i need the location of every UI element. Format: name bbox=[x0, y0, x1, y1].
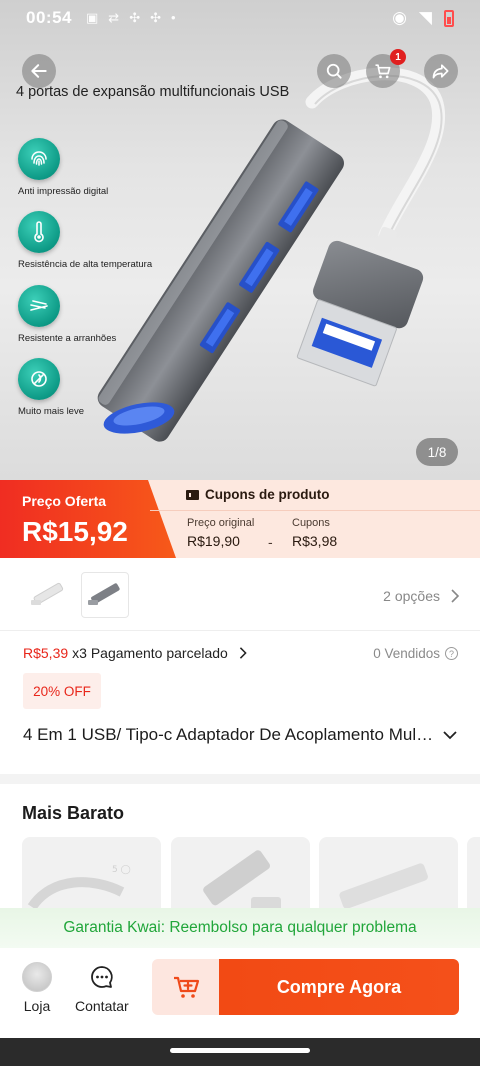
product-image-carousel[interactable]: 00:54 ▣ ⇄ ✣ ✣ • ◉ ◥ 1 4 portas de expans… bbox=[0, 0, 480, 480]
offer-label: Preço Oferta bbox=[22, 493, 107, 509]
chat-label: Contatar bbox=[75, 998, 129, 1014]
status-system-icons: ◉ ◥ bbox=[392, 8, 454, 28]
sold-count: 0 Vendidos ? bbox=[373, 646, 458, 661]
fan-icon: ✣ bbox=[150, 10, 161, 25]
section-title: Mais Barato bbox=[22, 803, 125, 823]
feature-scratch-resistant: Resistente a arranhões bbox=[18, 285, 198, 344]
coupons-value: R$3,98 bbox=[292, 533, 338, 549]
share-button[interactable] bbox=[424, 54, 458, 88]
fan-icon: ✣ bbox=[129, 10, 141, 25]
share-icon bbox=[432, 64, 449, 79]
status-time: 00:54 bbox=[26, 8, 72, 27]
search-icon bbox=[326, 63, 342, 79]
original-price: Preço original R$19,90 bbox=[187, 517, 254, 549]
offer-price-block: Preço Oferta R$15,92 bbox=[0, 480, 176, 558]
coupons-label: Cupons bbox=[292, 517, 330, 529]
chat-button[interactable]: Contatar bbox=[75, 962, 129, 1014]
feature-label: Anti impressão digital bbox=[18, 186, 109, 197]
coupon-discount: Cupons R$3,98 bbox=[292, 517, 337, 549]
chevron-right-icon bbox=[451, 589, 460, 603]
sim-icon: ▣ bbox=[85, 10, 99, 25]
divider bbox=[150, 510, 480, 511]
chevron-right-icon bbox=[239, 647, 247, 659]
battery-low-icon bbox=[444, 9, 454, 27]
product-info: 2 opções R$5,39 x3 Pagamento parcelado 0… bbox=[0, 558, 480, 774]
bottom-action-bar: Loja Contatar Compre Agora bbox=[0, 948, 480, 1038]
system-nav-bar bbox=[0, 1038, 480, 1066]
product-title: 4 Em 1 USB/ Tipo-c Adaptador De Acoplame… bbox=[23, 725, 435, 744]
divider bbox=[0, 630, 480, 631]
store-avatar bbox=[22, 962, 52, 992]
feather-icon bbox=[18, 358, 60, 400]
cart-icon bbox=[375, 64, 391, 79]
back-button[interactable] bbox=[22, 54, 56, 88]
search-button[interactable] bbox=[317, 54, 351, 88]
coupons-header-label: Cupons de produto bbox=[205, 487, 330, 502]
feature-lightweight: Muito mais leve bbox=[18, 358, 198, 417]
image-counter: 1/8 bbox=[416, 438, 458, 466]
variant-gray-hub-image bbox=[88, 583, 120, 605]
svg-text:5 ◯: 5 ◯ bbox=[112, 865, 131, 875]
product-title-row[interactable]: 4 Em 1 USB/ Tipo-c Adaptador De Acoplame… bbox=[23, 725, 460, 745]
add-to-cart-button[interactable] bbox=[152, 959, 220, 1015]
guarantee-banner: Garantia Kwai: Reembolso para qualquer p… bbox=[0, 908, 480, 948]
cart-badge: 1 bbox=[390, 49, 406, 65]
cart-button[interactable]: 1 bbox=[366, 49, 406, 88]
feature-label: Resistente a arranhões bbox=[18, 333, 117, 344]
store-label: Loja bbox=[23, 998, 51, 1014]
discount-badge: 20% OFF bbox=[23, 673, 101, 709]
status-notification-icons: ▣ ⇄ ✣ ✣ • bbox=[86, 10, 176, 26]
offer-price: R$15,92 bbox=[22, 516, 128, 547]
options-count: 2 opções bbox=[383, 588, 440, 604]
status-bar: 00:54 ▣ ⇄ ✣ ✣ • ◉ ◥ bbox=[0, 0, 480, 36]
product-page: 00:54 ▣ ⇄ ✣ ✣ • ◉ ◥ 1 4 portas de expans… bbox=[0, 0, 480, 1066]
feature-label: Resistência de alta temperatura bbox=[18, 259, 153, 270]
dot-icon: • bbox=[171, 10, 176, 25]
installment-link[interactable]: R$5,39 x3 Pagamento parcelado bbox=[23, 645, 248, 661]
thermometer-icon bbox=[18, 211, 60, 253]
wifi-icon: ◥ bbox=[418, 8, 432, 27]
price-banner: Preço Oferta R$15,92 Cupons de produto P… bbox=[0, 480, 480, 558]
coupons-header[interactable]: Cupons de produto bbox=[186, 487, 329, 502]
minus-sign: - bbox=[268, 534, 273, 550]
fingerprint-icon bbox=[18, 138, 60, 180]
variant-white-hub-image bbox=[31, 582, 64, 605]
installment-price: R$5,39 bbox=[23, 645, 69, 661]
feature-label: Muito mais leve bbox=[18, 406, 84, 417]
chevron-down-icon bbox=[443, 731, 457, 740]
buy-now-button[interactable]: Compre Agora bbox=[219, 959, 459, 1015]
ticket-icon bbox=[186, 489, 199, 500]
eye-icon: ◉ bbox=[392, 8, 407, 27]
variant-options-link[interactable]: 2 opções bbox=[383, 588, 460, 604]
installment-text: x3 Pagamento parcelado bbox=[72, 645, 228, 661]
chat-icon bbox=[87, 962, 117, 992]
data-icon: ⇄ bbox=[108, 10, 120, 25]
variant-thumb[interactable] bbox=[24, 572, 72, 618]
original-price-value: R$19,90 bbox=[187, 533, 240, 549]
hero-headline: 4 portas de expansão multifuncionais USB bbox=[16, 84, 290, 100]
store-button[interactable]: Loja bbox=[22, 962, 52, 1014]
feature-fingerprint: Anti impressão digital bbox=[18, 138, 198, 197]
home-gesture-bar[interactable] bbox=[170, 1048, 310, 1053]
cart-add-icon bbox=[174, 976, 200, 998]
arrow-left-icon bbox=[31, 64, 47, 78]
variant-thumb-selected[interactable] bbox=[81, 572, 129, 618]
scratch-icon bbox=[18, 285, 60, 327]
original-price-label: Preço original bbox=[187, 517, 255, 529]
sold-count-text: 0 Vendidos bbox=[373, 646, 440, 661]
feature-heat-resistance: Resistência de alta temperatura bbox=[18, 211, 198, 270]
help-icon[interactable]: ? bbox=[445, 647, 458, 660]
